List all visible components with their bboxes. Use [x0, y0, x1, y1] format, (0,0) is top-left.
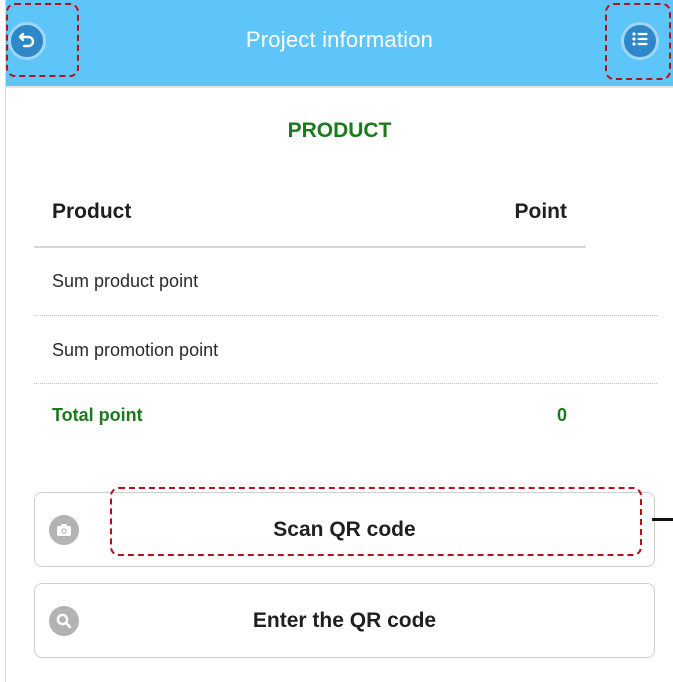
callout-pointer: [652, 518, 673, 521]
page-title: Project information: [245, 27, 434, 52]
enter-qr-button[interactable]: Enter the QR code: [34, 583, 655, 658]
table-header-divider: [34, 246, 586, 248]
header-separator: [6, 86, 673, 88]
column-header-point: Point: [514, 200, 568, 223]
scan-qr-button[interactable]: Scan QR code: [34, 492, 655, 567]
row-divider: [34, 315, 657, 316]
list-menu-icon: [630, 29, 650, 54]
sum-promotion-point-label: Sum promotion point: [52, 340, 219, 360]
back-arrow-icon: [17, 29, 37, 54]
enter-qr-label: Enter the QR code: [252, 609, 437, 632]
total-point-value: 0: [556, 405, 567, 425]
total-point-label: Total point: [52, 405, 143, 425]
sum-product-point-label: Sum product point: [52, 271, 199, 291]
scan-qr-label: Scan QR code: [273, 518, 416, 541]
section-title: PRODUCT: [287, 119, 392, 142]
row-divider: [34, 383, 657, 384]
header-bar: Project information: [6, 0, 673, 86]
left-edge-rule: [5, 0, 6, 682]
column-header-product: Product: [52, 200, 132, 223]
back-button[interactable]: [8, 22, 46, 60]
menu-button[interactable]: [621, 22, 659, 60]
